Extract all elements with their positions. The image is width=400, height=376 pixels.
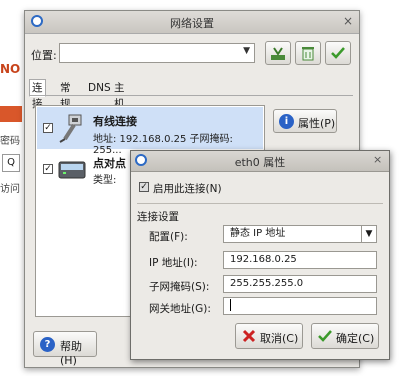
checkmark-icon [331,47,345,59]
cancel-button-label: 取消(C) [260,332,299,345]
close-icon[interactable]: × [373,153,382,166]
properties-button[interactable]: i 属性(P) [273,109,337,133]
background-orange-bar [0,106,22,122]
window-titlebar[interactable]: 网络设置 × [25,11,359,34]
modem-icon [58,161,86,179]
mask-label: 子网掩码(S): [149,281,210,293]
ip-address-field[interactable]: 192.168.0.25 [223,251,377,269]
ok-button[interactable]: 确定(C) [311,323,379,349]
properties-button-label: 属性(P) [298,117,336,130]
enable-connection-label: 启用此连接(N) [153,183,222,195]
help-icon: ? [40,337,55,352]
apply-location-button[interactable] [325,41,351,65]
subnet-mask-field[interactable]: 255.255.255.0 [223,275,377,293]
location-combo[interactable]: ▼ [59,43,255,63]
divider [137,203,383,204]
help-button[interactable]: ? 帮助(H) [33,331,97,367]
info-icon: i [279,114,294,129]
checkmark-icon [318,330,332,342]
config-select[interactable]: 静态 IP 地址 ▼ [223,225,377,243]
tab-divider [29,95,353,96]
ok-button-label: 确定(C) [336,332,375,345]
eth0-properties-dialog: eth0 属性 × ✓ 启用此连接(N) 连接设置 配置(F): 静态 IP 地… [130,150,390,360]
dialog-titlebar[interactable]: eth0 属性 × [131,151,389,172]
background-text-fragment: NO [0,62,21,76]
cancel-button[interactable]: 取消(C) [235,323,303,349]
list-item-title: 有线连接 [93,115,137,128]
background-text-fragment: 访问 [0,184,20,195]
dropdown-arrow-icon: ▼ [361,226,376,242]
cancel-x-icon [242,329,256,343]
background-text-fragment: 密码 [0,136,20,147]
enable-connection-checkbox-row[interactable]: ✓ 启用此连接(N) [139,181,339,195]
section-label: 连接设置 [137,211,179,223]
enable-checkbox[interactable]: ✓ [43,123,53,133]
save-location-button[interactable] [265,41,291,65]
enable-checkbox[interactable]: ✓ [43,164,53,174]
enable-connection-checkbox[interactable]: ✓ [139,182,149,192]
save-icon [271,47,285,60]
config-label: 配置(F): [149,231,188,243]
list-item-wired[interactable]: ✓ 有线连接 地址: 192.168.0.25 子网掩码: 255... [37,107,263,156]
help-button-label: 帮助(H) [60,340,82,367]
location-label: 位置: [31,49,57,62]
ethernet-icon [59,114,82,143]
window-title: 网络设置 [170,17,214,30]
ip-label: IP 地址(I): [149,257,198,269]
trash-icon [302,47,314,61]
gateway-label: 网关地址(G): [149,303,211,315]
dialog-title: eth0 属性 [234,156,286,169]
delete-location-button[interactable] [295,41,321,65]
background-input-fragment: Q [2,154,20,172]
dropdown-arrow-icon: ▼ [243,46,250,56]
text-cursor [230,299,231,311]
config-value: 静态 IP 地址 [230,228,286,239]
list-item-subtitle: 类型: [93,175,117,186]
list-item-title: 点对点 [93,157,126,170]
close-icon[interactable]: × [343,14,355,28]
gateway-field[interactable] [223,297,377,315]
